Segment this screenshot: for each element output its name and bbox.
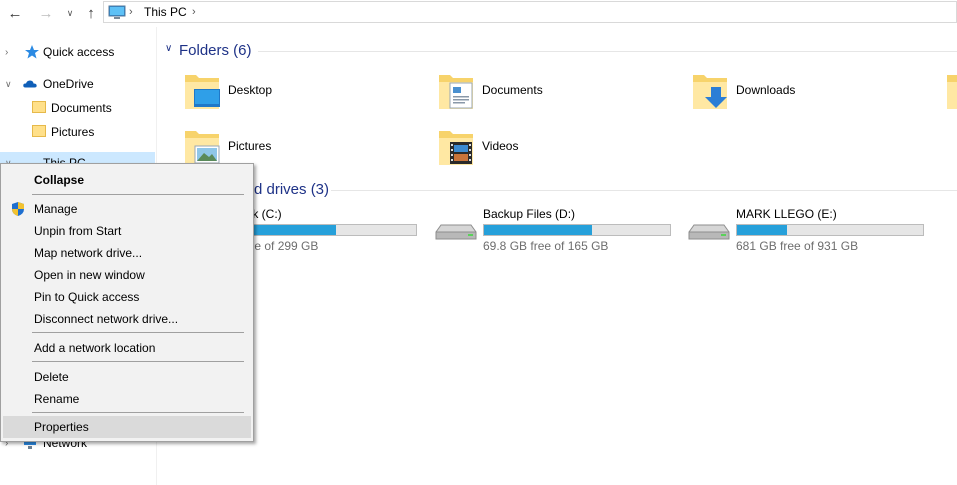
- star-icon: [25, 45, 39, 59]
- sidebar-item-label: OneDrive: [43, 77, 94, 91]
- drive-usage-bar: [229, 224, 417, 236]
- menu-separator: [32, 412, 244, 413]
- section-divider: [331, 190, 957, 191]
- folder-tile-partial[interactable]: [946, 70, 957, 114]
- hard-drive-icon: [688, 224, 730, 240]
- forward-arrow-icon[interactable]: →: [36, 3, 56, 23]
- desktop-folder-icon: [185, 75, 220, 109]
- drive-free-space: 69.8 GB free of 165 GB: [483, 239, 609, 253]
- sidebar-item-label: Documents: [51, 101, 112, 115]
- folder-label: Desktop: [228, 83, 273, 97]
- hard-drive-icon: [435, 224, 477, 240]
- folder-icon: [32, 125, 48, 141]
- sidebar-item-pictures[interactable]: Pictures: [0, 121, 155, 143]
- folder-icon: [947, 75, 957, 109]
- breadcrumb-separator-icon[interactable]: ›: [129, 6, 133, 18]
- folder-tile-downloads[interactable]: Downloads: [692, 70, 922, 114]
- cloud-icon: [23, 80, 37, 88]
- folder-label: Downloads: [736, 83, 796, 97]
- drive-label: MARK LLEGO (E:): [736, 207, 837, 221]
- drive-label: Backup Files (D:): [483, 207, 576, 221]
- menu-item-rename[interactable]: Rename: [3, 388, 251, 410]
- breadcrumb-separator-icon[interactable]: ›: [192, 6, 196, 18]
- folder-label: Documents: [482, 83, 543, 97]
- menu-item-pin-quick-access[interactable]: Pin to Quick access: [3, 286, 251, 308]
- chevron-down-icon[interactable]: ∨: [165, 43, 172, 54]
- chevron-right-icon[interactable]: ›: [5, 47, 15, 58]
- drive-tile-d[interactable]: Backup Files (D:) 69.8 GB free of 165 GB: [435, 207, 675, 257]
- folders-heading[interactable]: Folders (6): [179, 42, 252, 59]
- section-divider: [258, 51, 957, 52]
- pictures-folder-icon: [185, 131, 220, 165]
- drive-usage-bar: [483, 224, 671, 236]
- menu-item-collapse[interactable]: Collapse: [3, 169, 251, 191]
- menu-item-properties[interactable]: Properties: [3, 416, 251, 438]
- sidebar-item-onedrive[interactable]: ∨ OneDrive: [0, 73, 155, 95]
- videos-folder-icon: [439, 131, 473, 165]
- drive-usage-bar: [736, 224, 924, 236]
- folder-tile-desktop[interactable]: Desktop: [184, 70, 414, 114]
- drive-tile-e[interactable]: MARK LLEGO (E:) 681 GB free of 931 GB: [688, 207, 928, 257]
- documents-folder-icon: [439, 75, 473, 109]
- folder-label: Videos: [482, 139, 519, 153]
- drive-free-space: 681 GB free of 931 GB: [736, 239, 859, 253]
- context-menu: Collapse Manage Unpin from Start Map net…: [0, 163, 254, 442]
- menu-item-manage[interactable]: Manage: [3, 198, 251, 220]
- menu-separator: [32, 194, 244, 195]
- menu-item-unpin-from-start[interactable]: Unpin from Start: [3, 220, 251, 242]
- downloads-folder-icon: [693, 75, 727, 109]
- menu-separator: [32, 332, 244, 333]
- sidebar-item-quick-access[interactable]: › Quick access: [0, 41, 155, 63]
- back-arrow-icon[interactable]: ←: [5, 3, 25, 23]
- folder-icon: [32, 101, 48, 117]
- sidebar-item-documents[interactable]: Documents: [0, 97, 155, 119]
- computer-icon: [108, 5, 126, 19]
- menu-item-open-new-window[interactable]: Open in new window: [3, 264, 251, 286]
- menu-item-add-network-location[interactable]: Add a network location: [3, 337, 251, 359]
- menu-item-delete[interactable]: Delete: [3, 366, 251, 388]
- menu-separator: [32, 361, 244, 362]
- menu-item-map-network-drive[interactable]: Map network drive...: [3, 242, 251, 264]
- drive-usage-fill: [737, 225, 788, 235]
- folder-tile-documents[interactable]: Documents: [438, 70, 668, 114]
- drive-usage-fill: [484, 225, 592, 235]
- up-arrow-icon[interactable]: ↑: [81, 3, 101, 23]
- drives-heading[interactable]: d drives (3): [254, 181, 329, 198]
- recent-locations-chevron-icon[interactable]: ∨: [60, 3, 80, 23]
- menu-item-disconnect-network-drive[interactable]: Disconnect network drive...: [3, 308, 251, 330]
- navigation-toolbar: ← → ∨ ↑ › This PC ›: [0, 0, 957, 27]
- folder-tile-videos[interactable]: Videos: [438, 126, 668, 170]
- sidebar-item-label: Quick access: [43, 45, 115, 59]
- sidebar-item-label: Pictures: [51, 125, 95, 139]
- address-bar[interactable]: › This PC ›: [103, 1, 957, 23]
- folder-label: Pictures: [228, 139, 272, 153]
- chevron-down-icon[interactable]: ∨: [5, 79, 15, 90]
- breadcrumb-this-pc[interactable]: This PC: [144, 5, 187, 19]
- shield-icon: [12, 202, 24, 216]
